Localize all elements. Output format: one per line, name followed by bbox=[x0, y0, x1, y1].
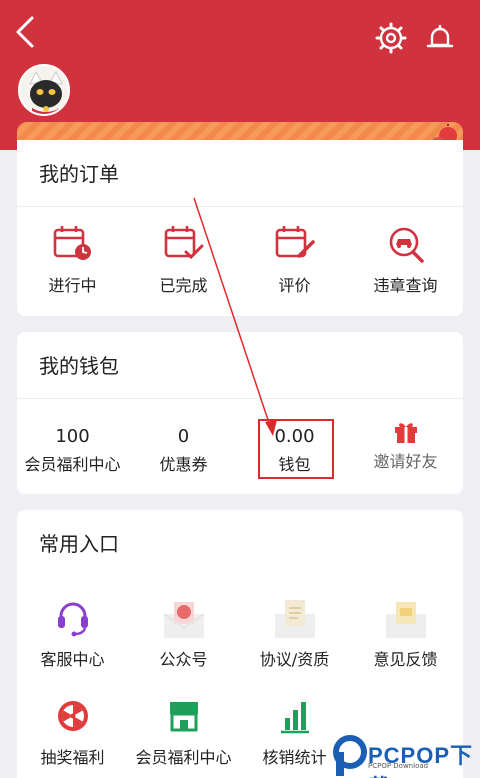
prize-wheel-icon bbox=[57, 701, 88, 731]
entrance-customer-service[interactable]: 客服中心 bbox=[17, 596, 128, 670]
entrance-feedback[interactable]: 意见反馈 bbox=[350, 596, 461, 670]
bell-icon[interactable] bbox=[424, 22, 456, 54]
wallet-label: 会员福利中心 bbox=[24, 455, 121, 474]
badge-envelope-icon bbox=[162, 602, 205, 638]
entrance-label: 公众号 bbox=[159, 650, 208, 669]
calendar-clock-icon bbox=[53, 226, 91, 260]
wallet-invite-friends[interactable]: 邀请好友 bbox=[350, 420, 461, 472]
wallet-label: 优惠券 bbox=[159, 455, 208, 474]
entrance-member-benefits[interactable]: 会员福利中心 bbox=[128, 694, 239, 768]
entrances-title: 常用入口 bbox=[39, 532, 119, 556]
wallet-value: 0 bbox=[177, 426, 190, 447]
order-item-violation-query[interactable]: 违章查询 bbox=[350, 222, 461, 296]
gear-icon[interactable] bbox=[375, 22, 407, 54]
order-item-label: 已完成 bbox=[159, 276, 208, 295]
order-item-label: 评价 bbox=[278, 276, 311, 295]
watermark-subtitle: PCPOP Download bbox=[368, 762, 429, 770]
order-item-label: 进行中 bbox=[48, 276, 97, 295]
annotation-highlight-box bbox=[258, 419, 334, 479]
headset-icon bbox=[57, 602, 88, 637]
entrance-agreement-qualification[interactable]: 协议/资质 bbox=[239, 596, 350, 670]
order-item-completed[interactable]: 已完成 bbox=[128, 222, 239, 296]
wallet-label: 邀请好友 bbox=[373, 452, 438, 471]
entrance-label: 会员福利中心 bbox=[135, 748, 232, 767]
document-envelope-icon bbox=[274, 600, 315, 638]
car-search-icon bbox=[389, 227, 424, 263]
entrance-label: 客服中心 bbox=[40, 650, 105, 669]
store-icon bbox=[169, 702, 198, 732]
order-item-review[interactable]: 评价 bbox=[239, 222, 350, 296]
wallet-title: 我的钱包 bbox=[39, 354, 119, 378]
avatar[interactable] bbox=[18, 64, 70, 116]
back-chevron-icon[interactable] bbox=[12, 14, 40, 50]
entrance-label: 意见反馈 bbox=[373, 650, 438, 669]
wallet-coupons[interactable]: 0 优惠券 bbox=[128, 426, 239, 475]
entrance-lottery[interactable]: 抽奖福利 bbox=[17, 694, 128, 768]
orders-title: 我的订单 bbox=[39, 162, 119, 186]
wallet-member-benefits[interactable]: 100 会员福利中心 bbox=[17, 426, 128, 475]
order-item-label: 违章查询 bbox=[373, 276, 438, 295]
calendar-edit-icon bbox=[275, 226, 315, 258]
entrance-official-account[interactable]: 公众号 bbox=[128, 596, 239, 670]
wallet-card: 我的钱包 100 会员福利中心 0 优惠券 0.00 钱包 邀请好友 bbox=[17, 332, 463, 494]
entrance-label: 协议/资质 bbox=[259, 650, 330, 669]
divider bbox=[17, 398, 463, 399]
calendar-check-icon bbox=[164, 226, 203, 260]
divider bbox=[17, 206, 463, 207]
entrance-label: 抽奖福利 bbox=[40, 748, 105, 767]
letter-envelope-icon bbox=[385, 602, 426, 638]
watermark-brand: PCPOP下载 bbox=[368, 743, 474, 778]
orders-card: 我的订单 进行中 已完成 评价 违章查询 bbox=[17, 140, 463, 316]
gift-icon bbox=[394, 423, 417, 443]
bar-chart-icon bbox=[280, 702, 309, 734]
order-item-in-progress[interactable]: 进行中 bbox=[17, 222, 128, 296]
wallet-value: 100 bbox=[55, 426, 90, 447]
